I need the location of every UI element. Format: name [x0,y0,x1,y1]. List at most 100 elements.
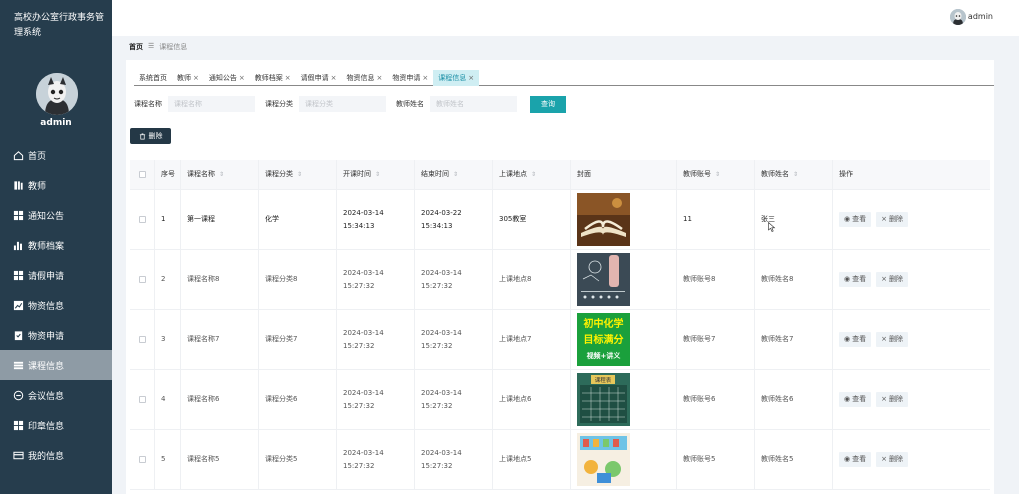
tab-1[interactable]: 教师 × [172,70,204,86]
tab-4[interactable]: 请假申请 × [296,70,342,86]
cover-image[interactable]: 初中化学 目标满分 视频+讲义 [577,313,630,366]
cell-teacher-account: 11 [677,190,755,249]
view-button[interactable]: ◉ 查看 [839,272,872,287]
column-header[interactable]: 课程名称 ⇕ [181,160,259,189]
sidebar-item-8[interactable]: 会议信息 [0,380,112,410]
header-avatar[interactable] [950,9,966,25]
delete-label: 删除 [888,455,903,463]
delete-button[interactable]: × 删除 [876,392,908,407]
sidebar-item-label: 教师档案 [28,241,65,252]
row-select-cell [130,310,155,369]
cell-actions: ◉ 查看 × 删除 [833,310,990,369]
column-header-label: 结束时间 [421,170,449,178]
row-checkbox[interactable] [138,396,146,403]
tab-close-icon[interactable]: × [285,70,291,86]
cover-image[interactable] [577,253,630,306]
column-header[interactable]: 开课时间 ⇕ [337,160,415,189]
eye-icon: ◉ [844,395,851,403]
view-button[interactable]: ◉ 查看 [839,452,872,467]
select-all-checkbox[interactable] [138,171,146,178]
teacher-name-input[interactable] [430,96,517,112]
tab-6[interactable]: 物资申请 × [387,70,433,86]
sidebar-item-9[interactable]: 印章信息 [0,410,112,440]
tab-close-icon[interactable]: × [377,70,383,86]
sort-icon[interactable]: ⇕ [531,168,536,181]
batch-delete-button[interactable]: 删除 [130,128,171,144]
breadcrumb: 首页 ☰ 课程信息 [129,42,187,52]
category-input[interactable] [299,96,386,112]
tab-close-icon[interactable]: × [193,70,199,86]
sidebar-item-3[interactable]: 教师档案 [0,230,112,260]
sort-icon[interactable]: ⇕ [793,168,798,181]
row-checkbox[interactable] [138,216,146,223]
view-button[interactable]: ◉ 查看 [839,392,872,407]
tab-0[interactable]: 系统首页 [134,70,172,86]
row-checkbox[interactable] [138,456,146,463]
tab-2[interactable]: 通知公告 × [204,70,250,86]
sort-icon[interactable]: ⇕ [375,168,380,181]
sidebar-item-6[interactable]: 物资申请 [0,320,112,350]
close-icon: × [881,335,887,343]
view-button[interactable]: ◉ 查看 [839,332,872,347]
tab-close-icon[interactable]: × [468,70,474,86]
row-checkbox[interactable] [138,336,146,343]
view-button[interactable]: ◉ 查看 [839,212,872,227]
sidebar-item-label: 请假申请 [28,271,65,282]
cell-actions: ◉ 查看 × 删除 [833,370,990,429]
delete-label: 删除 [888,215,903,223]
sidebar-item-5[interactable]: 物资信息 [0,290,112,320]
sidebar-item-label: 物资信息 [28,301,65,312]
sort-icon[interactable]: ⇕ [453,168,458,181]
tab-5[interactable]: 物资信息 × [342,70,388,86]
table-row[interactable]: 5 课程名称5 课程分类5 2024-03-14 15:27:32 2024-03-14… [130,430,990,490]
sort-icon[interactable]: ⇕ [297,168,302,181]
query-button[interactable]: 查询 [530,95,566,113]
avatar[interactable] [36,73,78,115]
cover-image[interactable]: 课程表 [577,373,630,426]
tab-label: 物资信息 [346,74,375,82]
sort-icon[interactable]: ⇕ [219,168,224,181]
tab-close-icon[interactable]: × [331,70,337,86]
column-header[interactable]: 结束时间 ⇕ [415,160,493,189]
tab-7[interactable]: 课程信息 × [433,70,480,86]
tab-close-icon[interactable]: × [239,70,245,86]
cell-end-time: 2024-03-22 15:34:13 [415,190,493,249]
column-header-label: 开课时间 [343,170,371,178]
delete-button[interactable]: × 删除 [876,212,908,227]
sidebar-item-1[interactable]: 教师 [0,170,112,200]
column-header[interactable]: 课程分类 ⇕ [259,160,337,189]
delete-button[interactable]: × 删除 [876,452,908,467]
eye-icon: ◉ [844,275,851,283]
table-row[interactable]: 1 第一课程 化学 2024-03-14 15:34:13 2024-03-22 15:… [130,190,990,250]
sidebar-item-4[interactable]: 请假申请 [0,260,112,290]
sort-icon[interactable]: ⇕ [715,168,720,181]
column-header[interactable]: 上课地点 ⇕ [493,160,571,189]
course-name-input[interactable] [168,96,255,112]
row-select-cell [130,250,155,309]
view-label: 查看 [852,395,867,403]
header-user-name[interactable]: admin [968,12,993,21]
sidebar-item-10[interactable]: 我的信息 [0,440,112,470]
eye-icon: ◉ [844,455,851,463]
tab-close-icon[interactable]: × [422,70,428,86]
sidebar-item-0[interactable]: 首页 [0,140,112,170]
column-header[interactable]: 教师姓名 ⇕ [755,160,833,189]
row-select-cell [130,190,155,249]
column-header[interactable]: 教师账号 ⇕ [677,160,755,189]
cover-image[interactable] [577,433,630,486]
table-row[interactable]: 3 课程名称7 课程分类7 2024-03-14 15:27:32 2024-03-14… [130,310,990,370]
sidebar-menu: 首页 教师 通知公告教师档案请假申请物资信息物资申请 课程信息 会议信息 印章信息 我的信息 [0,140,112,470]
table-row[interactable]: 2 课程名称8 课程分类8 2024-03-14 15:27:32 2024-03-14… [130,250,990,310]
delete-button[interactable]: × 删除 [876,332,908,347]
column-header: 操作 [833,160,990,189]
breadcrumb-home[interactable]: 首页 [129,42,143,52]
table-row[interactable]: 4 课程名称6 课程分类6 2024-03-14 15:27:32 2024-03-14… [130,370,990,430]
cover-image[interactable] [577,193,630,246]
cell-course-name: 课程名称7 [181,310,259,369]
row-checkbox[interactable] [138,276,146,283]
home-icon [13,150,24,161]
sidebar-item-2[interactable]: 通知公告 [0,200,112,230]
delete-button[interactable]: × 删除 [876,272,908,287]
tab-3[interactable]: 教师档案 × [250,70,296,86]
sidebar-item-7[interactable]: 课程信息 [0,350,112,380]
